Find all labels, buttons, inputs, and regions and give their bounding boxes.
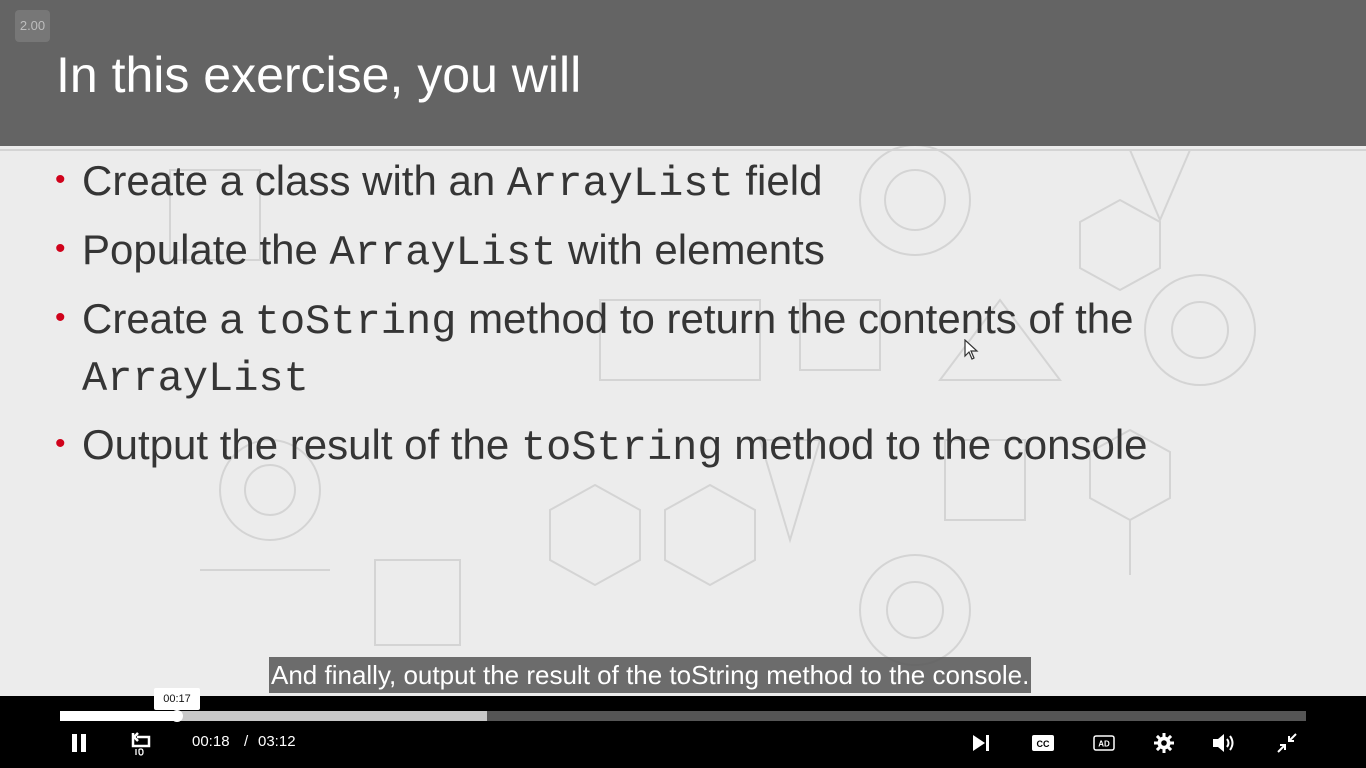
next-button[interactable] <box>966 728 996 758</box>
slide-title: In this exercise, you will <box>56 47 582 103</box>
bullet-list: • Create a class with an ArrayList field … <box>55 152 1325 485</box>
bullet-item: • Populate the ArrayList with elements <box>55 221 1325 282</box>
time-separator: / <box>244 733 249 750</box>
bullet-dot-icon: • <box>55 301 66 334</box>
audio-description-icon: AD <box>1093 735 1115 751</box>
gear-icon <box>1154 733 1174 753</box>
audio-description-button[interactable]: AD <box>1089 728 1119 758</box>
bullet-dot-icon: • <box>55 232 66 265</box>
closed-captions-icon: CC <box>1032 735 1054 751</box>
settings-button[interactable] <box>1149 728 1179 758</box>
rewind-10-icon <box>131 732 151 756</box>
current-time: 00:18 <box>192 733 230 750</box>
bullet-dot-icon: • <box>55 163 66 196</box>
volume-button[interactable] <box>1210 728 1240 758</box>
closed-captions-button[interactable]: CC <box>1028 728 1058 758</box>
mouse-pointer-icon <box>964 339 979 360</box>
skip-next-icon <box>973 735 989 751</box>
playback-speed-badge[interactable]: 2.00 <box>15 10 50 42</box>
video-frame[interactable]: 2.00 In this exercise, you will • Create … <box>0 0 1366 696</box>
duration: 03:12 <box>258 733 296 750</box>
seek-handle[interactable] <box>171 710 184 722</box>
bullet-item: • Create a toString method to return the … <box>55 290 1325 408</box>
exit-fullscreen-icon <box>1277 733 1297 753</box>
volume-icon <box>1213 734 1234 752</box>
rewind-10-button[interactable] <box>126 728 156 758</box>
svg-text:AD: AD <box>1098 740 1110 749</box>
slide-header: 2.00 In this exercise, you will <box>0 0 1366 146</box>
bullet-dot-icon: • <box>55 427 66 460</box>
exit-fullscreen-button[interactable] <box>1272 728 1302 758</box>
pause-button[interactable] <box>64 728 94 758</box>
seek-bar[interactable] <box>60 711 1306 721</box>
subtitle-caption: And finally, output the result of the to… <box>269 657 1032 693</box>
pause-icon <box>72 734 86 752</box>
played-progress <box>60 711 178 721</box>
svg-text:CC: CC <box>1037 739 1050 749</box>
bullet-item: • Output the result of the toString metho… <box>55 416 1325 477</box>
bullet-item: • Create a class with an ArrayList field <box>55 152 1325 213</box>
seek-time-tooltip: 00:17 <box>154 688 200 710</box>
